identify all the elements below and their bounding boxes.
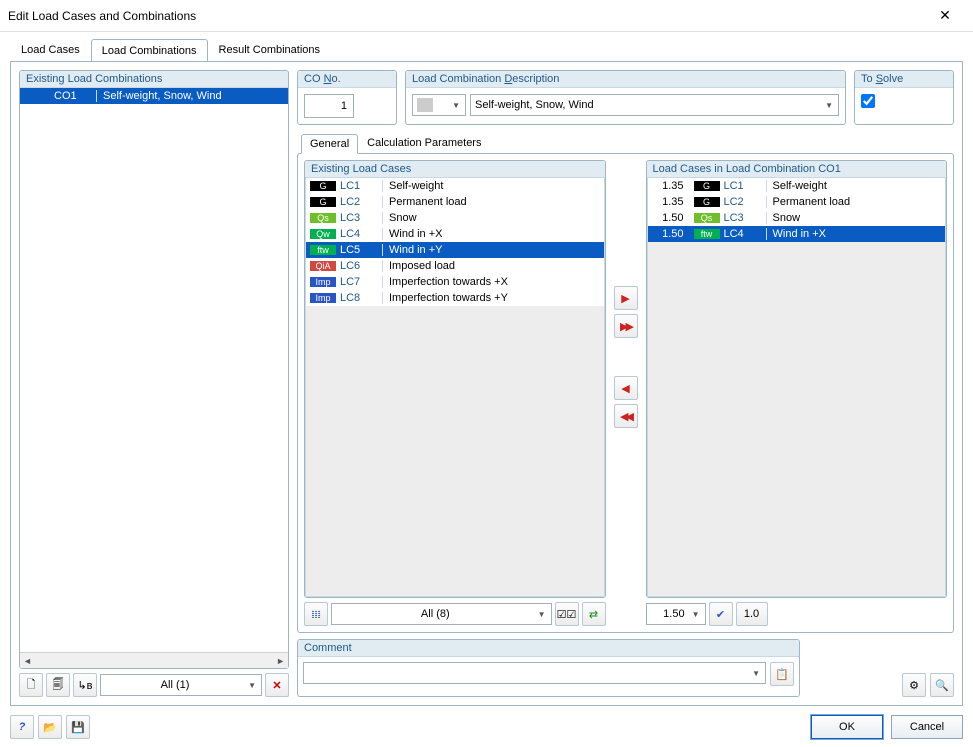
open-button[interactable]: 📂 — [38, 715, 62, 739]
tab-load-cases[interactable]: Load Cases — [10, 38, 91, 61]
remove-all-button[interactable]: ◀◀ — [614, 404, 638, 428]
lc-swap-button[interactable]: ⇄ — [582, 602, 606, 626]
existing-lc-title: Existing Load Cases — [305, 161, 605, 178]
subtab-general[interactable]: General — [301, 134, 358, 154]
combo-filter[interactable]: All (1)▼ — [100, 674, 262, 696]
in-combo-list[interactable]: 1.35GLC1Self-weight1.35GLC2Permanent loa… — [648, 178, 946, 242]
combo-lc-row[interactable]: 1.35GLC1Self-weight — [648, 178, 946, 194]
existing-combos-list[interactable]: CO1Self-weight, Snow, Wind — [20, 88, 288, 652]
lc-row[interactable]: QsLC3Snow — [306, 210, 604, 226]
copy-combo-button[interactable]: 🗐 — [46, 673, 70, 697]
lc-row[interactable]: GLC1Self-weight — [306, 178, 604, 194]
lc-row[interactable]: ImpLC7Imperfection towards +X — [306, 274, 604, 290]
window-title: Edit Load Cases and Combinations — [8, 9, 925, 23]
in-combo-title: Load Cases in Load Combination CO1 — [647, 161, 947, 178]
existing-lc-list[interactable]: GLC1Self-weightGLC2Permanent loadQsLC3Sn… — [306, 178, 604, 306]
ok-button[interactable]: OK — [811, 715, 883, 739]
combo-lc-row[interactable]: 1.50ftwLC4Wind in +X — [648, 226, 946, 242]
description-type-select[interactable]: ▼ — [412, 94, 466, 116]
add-all-button[interactable]: ▶▶ — [614, 314, 638, 338]
save-button[interactable]: 💾 — [66, 715, 90, 739]
lc-row[interactable]: ImpLC8Imperfection towards +Y — [306, 290, 604, 306]
description-input[interactable]: Self-weight, Snow, Wind▼ — [470, 94, 839, 116]
existing-combos-title: Existing Load Combinations — [20, 71, 288, 88]
lc-row[interactable]: QwLC4Wind in +X — [306, 226, 604, 242]
co-no-input[interactable] — [304, 94, 354, 118]
lc-filter-select[interactable]: All (8)▼ — [331, 603, 552, 625]
delete-combo-button[interactable]: ✕ — [265, 673, 289, 697]
lc-filter-button[interactable]: 𝍖 — [304, 602, 328, 626]
apply-b-button[interactable]: ↳ʙ — [73, 673, 97, 697]
combo-row[interactable]: CO1Self-weight, Snow, Wind — [20, 88, 288, 104]
lc-multiselect-button[interactable]: ☑☑ — [555, 602, 579, 626]
cancel-button[interactable]: Cancel — [891, 715, 963, 739]
factor-input[interactable]: 1.50▼ — [646, 603, 706, 625]
new-combo-button[interactable]: 🗋 — [19, 673, 43, 697]
close-button[interactable]: ✕ — [925, 0, 965, 32]
apply-factor-button[interactable]: ✔ — [709, 602, 733, 626]
combo-lc-row[interactable]: 1.35GLC2Permanent load — [648, 194, 946, 210]
details-button[interactable]: 🔍 — [930, 673, 954, 697]
co-no-label: CO No. — [298, 71, 396, 88]
main-tabs: Load Cases Load Combinations Result Comb… — [10, 38, 973, 61]
comment-pick-button[interactable]: 📋 — [770, 662, 794, 686]
lc-row[interactable]: GLC2Permanent load — [306, 194, 604, 210]
combo-lc-row[interactable]: 1.50QsLC3Snow — [648, 210, 946, 226]
remove-one-button[interactable]: ◀ — [614, 376, 638, 400]
tab-result-combinations[interactable]: Result Combinations — [208, 38, 332, 61]
help-button[interactable]: ? — [10, 715, 34, 739]
options-button[interactable]: ⚙ — [902, 673, 926, 697]
lc-row[interactable]: QiALC6Imposed load — [306, 258, 604, 274]
tab-load-combinations[interactable]: Load Combinations — [91, 39, 208, 62]
lc-row[interactable]: ftwLC5Wind in +Y — [306, 242, 604, 258]
reset-factor-button[interactable]: 1.0 — [736, 602, 768, 626]
add-one-button[interactable]: ▶ — [614, 286, 638, 310]
to-solve-checkbox[interactable] — [861, 94, 875, 108]
to-solve-label: To Solve — [855, 71, 953, 88]
comment-input[interactable]: ▼ — [303, 662, 766, 684]
h-scrollbar[interactable]: ◄► — [20, 652, 288, 668]
description-label: Load Combination Description — [406, 71, 845, 88]
subtab-calc-params[interactable]: Calculation Parameters — [358, 133, 490, 153]
comment-title: Comment — [298, 640, 799, 657]
